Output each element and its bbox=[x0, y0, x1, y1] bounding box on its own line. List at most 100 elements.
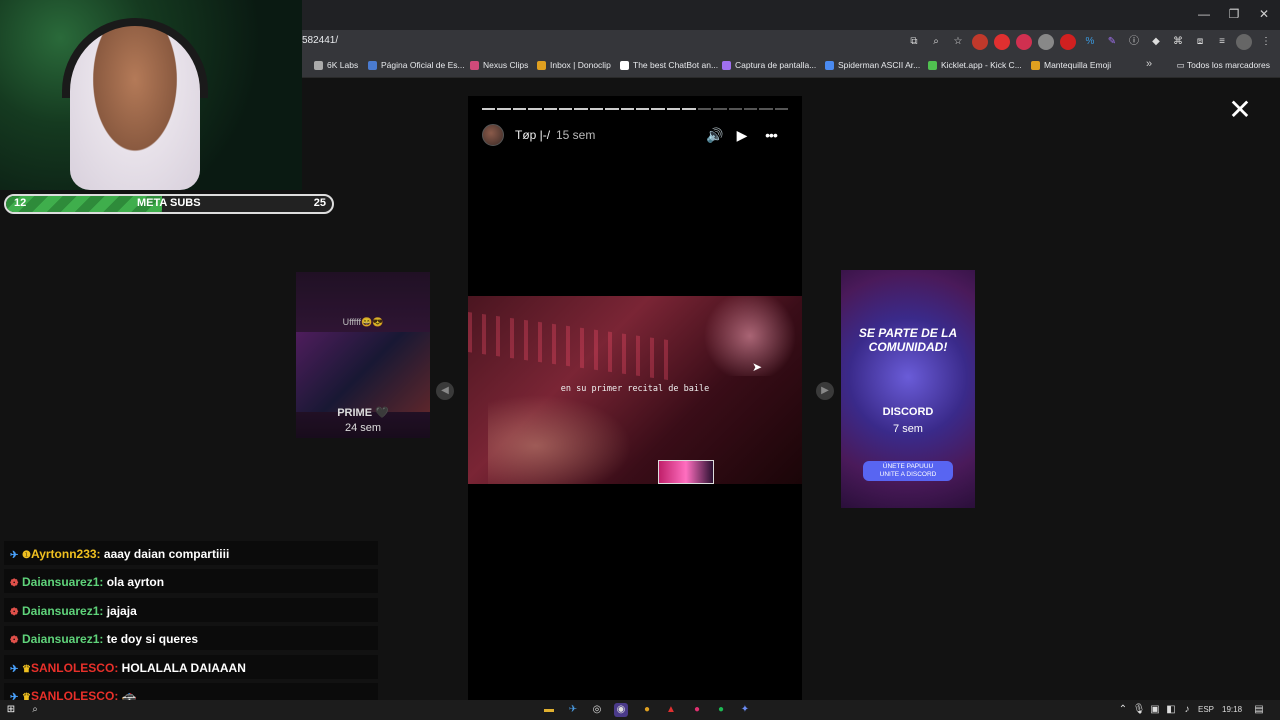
stage-light bbox=[698, 296, 802, 376]
story-media[interactable]: en su primer recital de baile bbox=[468, 296, 802, 484]
story-caption: en su primer recital de baile bbox=[560, 384, 710, 394]
story-card-caption: Ufffff😄😎 bbox=[342, 317, 384, 327]
zoom-icon[interactable]: ⌕ bbox=[928, 34, 944, 50]
progress-segment bbox=[743, 108, 758, 110]
close-stories-button[interactable]: ✕ bbox=[1228, 96, 1252, 124]
bookmark-item[interactable]: Nexus Clips bbox=[470, 60, 528, 70]
url-text[interactable]: 582441/ bbox=[302, 35, 338, 46]
chat-colon: : bbox=[99, 632, 107, 647]
app-icon[interactable]: ✈ bbox=[566, 703, 580, 717]
extension-icon[interactable] bbox=[1060, 34, 1076, 50]
progress-segment bbox=[482, 108, 496, 110]
volume-icon[interactable]: ◧ bbox=[1164, 703, 1178, 717]
avatar[interactable] bbox=[482, 124, 504, 146]
chat-username: Ayrtonn233 bbox=[30, 547, 97, 561]
spotify-icon[interactable]: ● bbox=[714, 703, 728, 717]
story-card-prime[interactable]: Ufffff😄😎 PRIME 🖤 24 sem bbox=[296, 272, 430, 438]
bookmark-star-icon[interactable]: ☆ bbox=[950, 34, 966, 50]
story-card-discord[interactable]: SE PARTE DE LA COMUNIDAD! DISCORD 7 sem … bbox=[841, 270, 975, 508]
diamond-icon[interactable]: ◆ bbox=[1148, 34, 1164, 50]
profile-avatar-icon[interactable] bbox=[1236, 34, 1252, 50]
chat-badge-icon: ✈ bbox=[10, 663, 19, 675]
chat-badge-icon: ❁ bbox=[10, 606, 19, 618]
bookmark-item[interactable]: Página Oficial de Es... bbox=[368, 60, 465, 70]
next-story-button[interactable]: ▶ bbox=[816, 382, 834, 400]
progress-segment bbox=[543, 108, 558, 110]
app-icon[interactable]: ▲ bbox=[664, 703, 678, 717]
play-icon[interactable]: ▶ bbox=[733, 126, 751, 144]
menu-kebab-icon[interactable]: ⋮ bbox=[1258, 34, 1274, 50]
app-icon[interactable]: ● bbox=[690, 703, 704, 717]
tray-chevron-icon[interactable]: ⌃ bbox=[1116, 703, 1130, 717]
chat-username: Daiansuarez1 bbox=[22, 632, 100, 647]
nexus-icon bbox=[470, 60, 479, 70]
chat-badge-icon: ✈ bbox=[10, 550, 19, 561]
microphone-icon[interactable]: 🎙 bbox=[1132, 703, 1146, 717]
browser-toolbar: ⧉ ⌕ ☆ % ✎ ⓘ ◆ ⌘ ⧈ ≡ ⋮ bbox=[906, 34, 1274, 50]
inbox-icon bbox=[537, 60, 546, 70]
chevron-more-icon[interactable]: » bbox=[1146, 58, 1152, 70]
pen-icon bbox=[722, 60, 731, 70]
chat-message: ❁ Daiansuarez1: jajaja bbox=[4, 597, 378, 622]
bookmark-item[interactable]: Inbox | Donoclip bbox=[537, 60, 611, 70]
extension-icon[interactable] bbox=[972, 34, 988, 50]
clock[interactable]: 19:18 bbox=[1222, 705, 1242, 714]
pen-icon[interactable]: ✎ bbox=[1104, 34, 1120, 50]
speaker-icon[interactable]: ♪ bbox=[1180, 703, 1194, 717]
search-icon[interactable]: ⌕ bbox=[28, 703, 42, 717]
info-icon[interactable]: ⓘ bbox=[1126, 34, 1142, 50]
chat-colon: : bbox=[114, 660, 122, 675]
webcam-feed bbox=[0, 0, 302, 190]
bookmark-item[interactable]: The best ChatBot an... bbox=[620, 60, 718, 70]
close-window-button[interactable]: ✕ bbox=[1254, 6, 1274, 22]
stage-screen bbox=[658, 460, 714, 484]
chat-text: aaay daian compartiiii bbox=[103, 547, 230, 561]
notifications-icon[interactable]: ▤ bbox=[1252, 703, 1266, 717]
mute-toggle-icon[interactable]: 🔊 bbox=[706, 126, 724, 144]
file-explorer-icon[interactable]: ▬ bbox=[542, 703, 556, 717]
extension-icon[interactable]: % bbox=[1082, 34, 1098, 50]
minimize-button[interactable]: — bbox=[1194, 6, 1214, 22]
all-bookmarks-folder[interactable]: ▭ Todos los marcadores bbox=[1177, 60, 1270, 71]
chat-username: Daiansuarez1 bbox=[22, 575, 100, 590]
progress-segment bbox=[620, 108, 635, 110]
audience bbox=[488, 386, 648, 484]
prev-story-button[interactable]: ◀ bbox=[436, 382, 454, 400]
extension-icon[interactable] bbox=[1038, 34, 1054, 50]
app-icon[interactable]: ◎ bbox=[590, 703, 604, 717]
chrome-icon[interactable]: ● bbox=[640, 703, 654, 717]
story-time: 15 sem bbox=[556, 128, 596, 142]
sub-goal-current: 12 bbox=[14, 197, 27, 209]
language-indicator[interactable]: ESP bbox=[1198, 705, 1214, 714]
bookmark-item[interactable]: Mantequilla Emoji bbox=[1031, 60, 1111, 70]
story-username[interactable]: Tøp |-/ bbox=[515, 128, 550, 142]
sub-goal-target: 25 bbox=[313, 197, 326, 209]
extension-icon[interactable]: ⌘ bbox=[1170, 34, 1186, 50]
bookmark-item[interactable]: Spiderman ASCII Ar... bbox=[825, 60, 920, 70]
windows-start-icon[interactable]: ⊞ bbox=[4, 703, 18, 717]
progress-segment bbox=[713, 108, 727, 110]
media-icon[interactable]: ≡ bbox=[1214, 34, 1230, 50]
progress-segment bbox=[682, 108, 696, 110]
progress-segment bbox=[774, 108, 789, 110]
adblock-icon[interactable] bbox=[1016, 34, 1032, 50]
install-app-icon[interactable]: ⧉ bbox=[906, 34, 922, 50]
story-progress-bar bbox=[482, 108, 789, 111]
story-card-title: DISCORD bbox=[882, 406, 934, 418]
bookmark-item[interactable]: Kicklet.app - Kick C... bbox=[928, 60, 1022, 70]
discord-icon[interactable]: ◉ bbox=[614, 703, 628, 717]
headset bbox=[62, 18, 208, 98]
mouse-cursor-icon: ➤ bbox=[752, 360, 763, 374]
more-options-icon[interactable]: ••• bbox=[762, 126, 780, 144]
network-icon[interactable]: ▣ bbox=[1148, 703, 1162, 717]
story-card-time: 7 sem bbox=[893, 423, 923, 435]
puzzle-icon[interactable]: ⧈ bbox=[1192, 34, 1208, 50]
screen: — ❐ ✕ 582441/ ⧉ ⌕ ☆ % ✎ ⓘ ◆ ⌘ ⧈ ≡ ⋮ 6K L… bbox=[0, 0, 1280, 720]
story-card-time: 24 sem bbox=[344, 422, 382, 434]
chat-badge-icon: ❁ bbox=[10, 578, 19, 590]
bookmark-item[interactable]: 6K Labs bbox=[314, 60, 358, 70]
restore-button[interactable]: ❐ bbox=[1224, 6, 1244, 22]
extension-icon[interactable] bbox=[994, 34, 1010, 50]
bookmark-item[interactable]: Captura de pantalla... bbox=[722, 60, 816, 70]
app-icon[interactable]: ✦ bbox=[738, 703, 752, 717]
